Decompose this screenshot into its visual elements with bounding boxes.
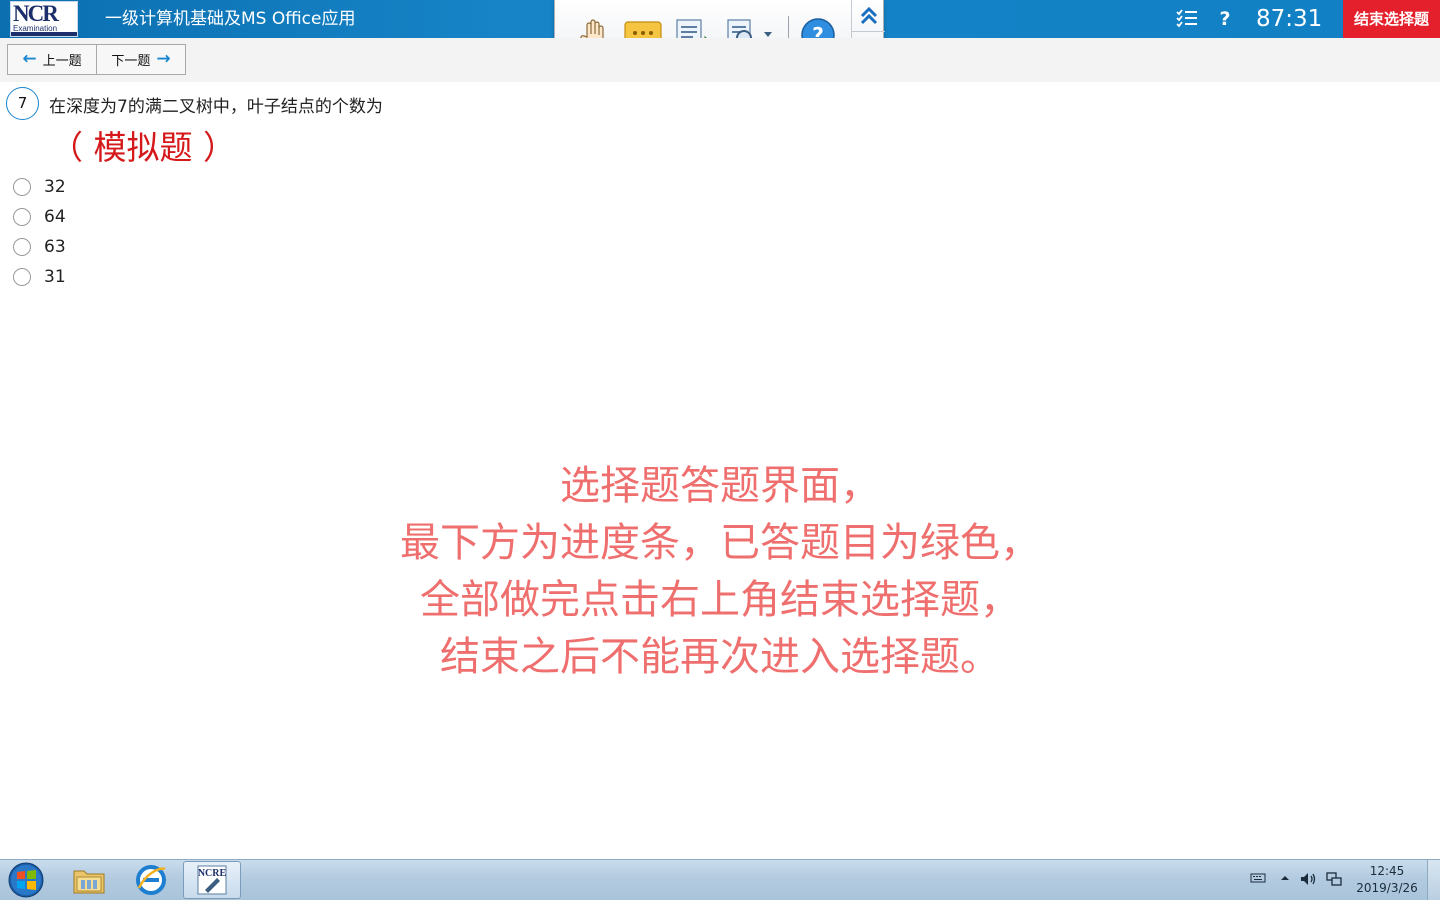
option-label: 64 xyxy=(44,207,66,227)
chevron-up-icon[interactable] xyxy=(1279,872,1291,888)
file-explorer-icon[interactable] xyxy=(60,861,118,899)
keyboard-icon[interactable] xyxy=(1250,872,1266,888)
question-text: 在深度为7的满二叉树中，叶子结点的个数为 xyxy=(49,97,383,117)
ncre-app-icon[interactable]: NCRE xyxy=(183,861,241,899)
annotation-line: 全部做完点击右上角结束选择题， xyxy=(420,577,1020,623)
answer-option-b[interactable]: 64 xyxy=(13,205,66,229)
ncre-logo: NCR Examination xyxy=(10,1,78,37)
annotation-line: 最下方为进度条，已答题目为绿色， xyxy=(400,520,1040,566)
app-title: 一级计算机基础及MS Office应用 xyxy=(105,9,356,29)
option-label: 63 xyxy=(44,237,66,257)
arrow-right-icon: → xyxy=(156,49,171,69)
question-nav-bar: ← 上一题 下一题 → xyxy=(0,38,1440,82)
option-label: 31 xyxy=(44,267,66,287)
clock-date: 2019/3/26 xyxy=(1356,881,1418,895)
countdown-timer: 87:31 xyxy=(1256,6,1323,32)
logo-text: NCR xyxy=(13,1,59,26)
checklist-icon[interactable] xyxy=(1175,8,1199,33)
question-mark-icon[interactable]: ? xyxy=(1214,8,1236,30)
radio-button[interactable] xyxy=(13,238,31,256)
next-question-label: 下一题 xyxy=(111,54,151,69)
show-desktop-button[interactable] xyxy=(1427,860,1440,900)
network-icon[interactable] xyxy=(1326,872,1342,890)
annotation-line: 结束之后不能再次进入选择题。 xyxy=(440,634,1000,680)
end-choice-questions-button[interactable]: 结束选择题 xyxy=(1343,0,1440,38)
option-label: 32 xyxy=(44,177,66,197)
next-question-button[interactable]: 下一题 → xyxy=(96,44,186,75)
clock-time: 12:45 xyxy=(1369,864,1405,878)
radio-button[interactable] xyxy=(13,178,31,196)
volume-icon[interactable] xyxy=(1300,872,1318,890)
logo-strip xyxy=(11,32,77,36)
windows-start-icon[interactable] xyxy=(6,861,46,899)
radio-button[interactable] xyxy=(13,268,31,286)
internet-explorer-icon[interactable] xyxy=(122,861,180,899)
answer-option-a[interactable]: 32 xyxy=(13,175,66,199)
answer-option-d[interactable]: 31 xyxy=(13,265,66,289)
mock-question-tag: （ 模拟题 ） xyxy=(50,128,236,167)
instruction-annotation: 选择题答题界面， 最下方为进度条，已答题目为绿色， 全部做完点击右上角结束选择题… xyxy=(300,458,1140,686)
double-chevron-up-icon[interactable] xyxy=(852,0,885,31)
annotation-line: 选择题答题界面， xyxy=(560,463,880,509)
system-clock[interactable]: 12:45 2019/3/26 xyxy=(1350,863,1424,897)
prev-question-label: 上一题 xyxy=(42,54,82,69)
prev-question-button[interactable]: ← 上一题 xyxy=(7,44,97,75)
radio-button[interactable] xyxy=(13,208,31,226)
answer-option-c[interactable]: 63 xyxy=(13,235,66,259)
windows-taskbar: NCRE 12:45 2019/3/26 xyxy=(0,859,1440,900)
question-number-badge: 7 xyxy=(6,87,39,120)
arrow-left-icon: ← xyxy=(22,49,37,69)
ncre-app-label: NCRE xyxy=(198,868,227,879)
